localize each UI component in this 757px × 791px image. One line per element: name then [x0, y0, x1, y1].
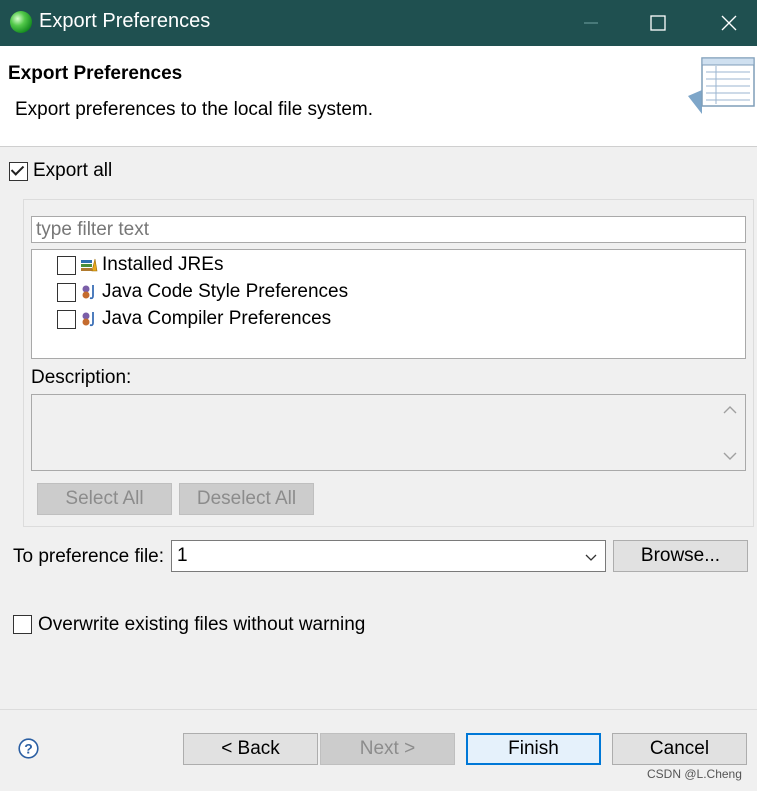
eclipse-app-icon	[10, 11, 32, 33]
page-description: Export preferences to the local file sys…	[15, 99, 373, 120]
tree-item-java-compiler[interactable]: Java Compiler Preferences	[57, 307, 331, 331]
next-button[interactable]: Next >	[320, 733, 455, 765]
cancel-button[interactable]: Cancel	[612, 733, 747, 765]
export-all-label: Export all	[33, 160, 113, 181]
java-prefs-icon	[82, 312, 94, 327]
tree-item-label: Installed JREs	[102, 254, 224, 275]
wizard-header: Export Preferences Export preferences to…	[0, 46, 757, 147]
tree-item-checkbox[interactable]	[57, 282, 76, 302]
finish-button[interactable]: Finish	[466, 733, 601, 765]
description-label: Description:	[31, 367, 132, 388]
back-button[interactable]: < Back	[183, 733, 318, 765]
maximize-icon[interactable]	[635, 0, 681, 46]
tree-item-checkbox[interactable]	[57, 255, 76, 275]
deselect-all-button[interactable]: Deselect All	[179, 483, 314, 515]
preferences-tree[interactable]: Installed JREs Java Code Style Preferenc…	[31, 249, 746, 359]
title-bar: Export Preferences	[0, 0, 757, 46]
help-icon[interactable]: ?	[18, 738, 39, 759]
preference-file-combo[interactable]: 1	[171, 540, 606, 572]
page-title: Export Preferences	[8, 63, 183, 84]
tree-item-label: Java Compiler Preferences	[102, 308, 332, 329]
preference-file-label: To preference file:	[13, 546, 165, 567]
minimize-icon[interactable]	[568, 0, 614, 46]
select-all-button[interactable]: Select All	[37, 483, 172, 515]
scroll-down-icon[interactable]	[718, 444, 742, 468]
scroll-up-icon[interactable]	[718, 398, 742, 422]
tree-item-checkbox[interactable]	[57, 309, 76, 329]
window-title: Export Preferences	[39, 10, 211, 32]
wizard-banner-icon	[688, 57, 755, 114]
tree-item-installed-jres[interactable]: Installed JREs	[57, 253, 223, 277]
overwrite-checkbox[interactable]	[13, 615, 32, 634]
svg-text:?: ?	[24, 741, 33, 757]
overwrite-label: Overwrite existing files without warning	[38, 614, 366, 635]
browse-button[interactable]: Browse...	[613, 540, 748, 572]
tree-item-label: Java Code Style Preferences	[102, 281, 349, 302]
filter-input[interactable]	[31, 216, 746, 243]
close-icon[interactable]	[706, 0, 752, 46]
export-all-checkbox[interactable]	[9, 162, 28, 181]
java-prefs-icon	[82, 285, 94, 300]
jre-icon	[81, 258, 98, 272]
description-box	[31, 394, 746, 471]
watermark-text: CSDN @L.Cheng	[647, 767, 742, 781]
footer-divider	[0, 709, 757, 710]
chevron-down-icon[interactable]	[584, 550, 598, 564]
tree-item-java-code-style[interactable]: Java Code Style Preferences	[57, 280, 348, 304]
preference-file-value: 1	[177, 545, 188, 566]
